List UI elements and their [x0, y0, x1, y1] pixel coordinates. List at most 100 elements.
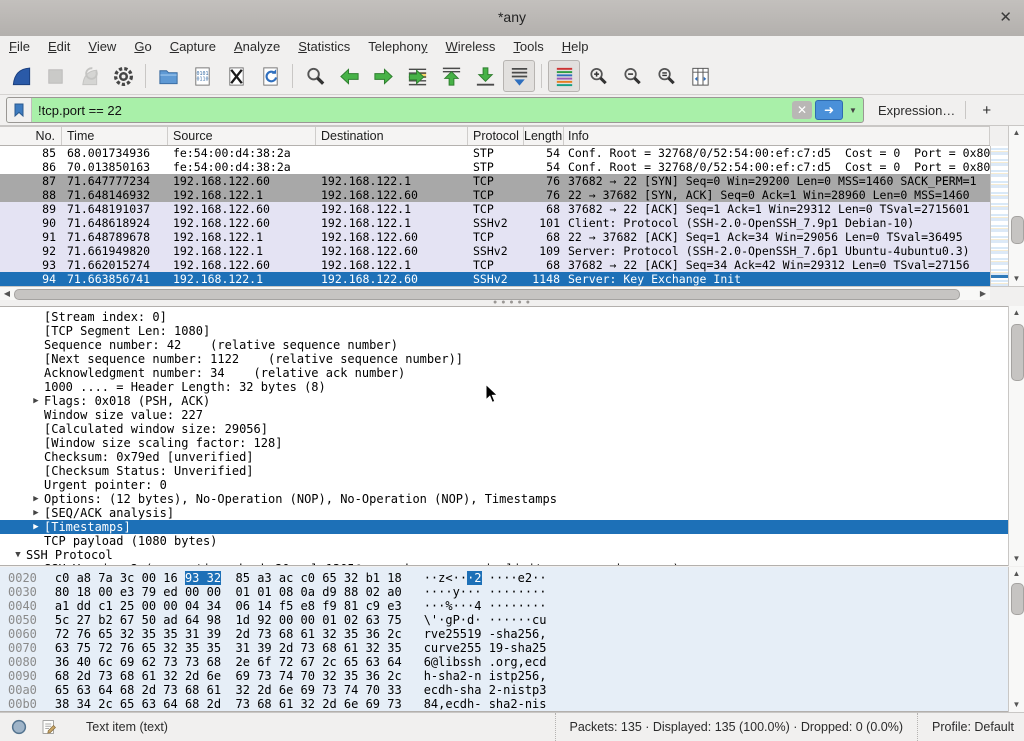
stop-capture-icon[interactable]: [39, 60, 71, 92]
hex-row[interactable]: 00a065 63 64 68 2d 73 68 61 32 2d 6e 69 …: [0, 683, 1008, 697]
detail-line[interactable]: [Calculated window size: 29056]: [0, 422, 1008, 436]
expand-arrow-icon[interactable]: ▶: [28, 506, 44, 520]
expert-info-icon[interactable]: [8, 716, 30, 738]
packet-list-vscrollbar[interactable]: ▲ ▼: [1008, 126, 1024, 286]
zoom-in-icon[interactable]: [582, 60, 614, 92]
packet-row[interactable]: 8568.001734936fe:54:00:d4:38:2aSTP54Conf…: [0, 146, 990, 160]
status-profile[interactable]: Profile: Default: [917, 713, 1024, 741]
hex-row[interactable]: 003080 18 00 e3 79 ed 00 00 01 01 08 0a …: [0, 585, 1008, 599]
close-window-button[interactable]: ✕: [999, 8, 1012, 26]
packet-row[interactable]: 9271.661949820192.168.122.1192.168.122.6…: [0, 244, 990, 258]
capture-comment-icon[interactable]: [38, 716, 60, 738]
col-source[interactable]: Source: [168, 127, 316, 145]
col-protocol[interactable]: Protocol: [468, 127, 524, 145]
menu-file[interactable]: File: [0, 36, 39, 56]
display-filter-input[interactable]: !tcp.port == 22: [32, 103, 792, 118]
zoom-out-icon[interactable]: [616, 60, 648, 92]
scroll-left-icon[interactable]: ◀: [0, 287, 14, 300]
hex-row[interactable]: 00b038 34 2c 65 63 64 68 2d 73 68 61 32 …: [0, 697, 1008, 711]
filter-clear-icon[interactable]: ✕: [792, 101, 812, 119]
packet-bytes-pane[interactable]: 0020c0 a8 7a 3c 00 16 93 32 85 a3 ac c0 …: [0, 567, 1008, 712]
scrollbar-thumb[interactable]: [1011, 583, 1024, 615]
expand-arrow-icon[interactable]: ▼: [10, 548, 26, 562]
menu-analyze[interactable]: Analyze: [225, 36, 289, 56]
scroll-down-icon[interactable]: ▼: [1009, 552, 1024, 566]
find-packet-icon[interactable]: [299, 60, 331, 92]
filter-apply-icon[interactable]: ➜: [815, 100, 843, 120]
open-file-icon[interactable]: [152, 60, 184, 92]
go-forward-icon[interactable]: [367, 60, 399, 92]
scroll-up-icon[interactable]: ▲: [1009, 306, 1024, 320]
hex-row[interactable]: 007063 75 72 76 65 32 35 35 31 39 2d 73 …: [0, 641, 1008, 655]
scroll-right-icon[interactable]: ▶: [976, 287, 990, 300]
scrollbar-thumb[interactable]: [1011, 216, 1024, 244]
scroll-down-icon[interactable]: ▼: [1009, 698, 1024, 712]
col-no[interactable]: No.: [0, 127, 62, 145]
scroll-up-icon[interactable]: ▲: [1009, 567, 1024, 581]
restart-capture-icon[interactable]: [73, 60, 105, 92]
hex-row[interactable]: 009068 2d 73 68 61 32 2d 6e 69 73 74 70 …: [0, 669, 1008, 683]
menu-tools[interactable]: Tools: [504, 36, 552, 56]
detail-line[interactable]: [Checksum Status: Unverified]: [0, 464, 1008, 478]
detail-line[interactable]: ▶[Timestamps]: [0, 520, 1008, 534]
close-file-icon[interactable]: [220, 60, 252, 92]
intelligent-scrollbar[interactable]: [990, 146, 1009, 286]
zoom-original-icon[interactable]: [650, 60, 682, 92]
go-back-icon[interactable]: [333, 60, 365, 92]
detail-line[interactable]: Checksum: 0x79ed [unverified]: [0, 450, 1008, 464]
detail-line[interactable]: Window size value: 227: [0, 408, 1008, 422]
col-length[interactable]: Length: [524, 127, 564, 145]
detail-line[interactable]: Acknowledgment number: 34 (relative ack …: [0, 366, 1008, 380]
menu-capture[interactable]: Capture: [161, 36, 225, 56]
col-time[interactable]: Time: [62, 127, 168, 145]
detail-line[interactable]: ▶Options: (12 bytes), No-Operation (NOP)…: [0, 492, 1008, 506]
scrollbar-thumb[interactable]: [14, 289, 960, 300]
detail-line[interactable]: [Stream index: 0]: [0, 310, 1008, 324]
detail-line[interactable]: ▶Flags: 0x018 (PSH, ACK): [0, 394, 1008, 408]
hex-row[interactable]: 00505c 27 b2 67 50 ad 64 98 1d 92 00 00 …: [0, 613, 1008, 627]
packet-list-header[interactable]: No. Time Source Destination Protocol Len…: [0, 126, 990, 146]
packet-row[interactable]: 8670.013850163fe:54:00:d4:38:2aSTP54Conf…: [0, 160, 990, 174]
menu-telephony[interactable]: Telephony: [359, 36, 436, 56]
hex-row[interactable]: 006072 76 65 32 35 35 31 39 2d 73 68 61 …: [0, 627, 1008, 641]
detail-line[interactable]: ▶[SEQ/ACK analysis]: [0, 506, 1008, 520]
go-last-packet-icon[interactable]: [469, 60, 501, 92]
expand-arrow-icon[interactable]: ▶: [28, 492, 44, 506]
packet-list[interactable]: 8568.001734936fe:54:00:d4:38:2aSTP54Conf…: [0, 146, 990, 286]
menu-help[interactable]: Help: [553, 36, 598, 56]
scroll-down-icon[interactable]: ▼: [1009, 272, 1024, 286]
packet-row[interactable]: 8871.648146932192.168.122.1192.168.122.6…: [0, 188, 990, 202]
hex-row[interactable]: 0040a1 dd c1 25 00 00 04 34 06 14 f5 e8 …: [0, 599, 1008, 613]
go-to-packet-icon[interactable]: [401, 60, 433, 92]
go-first-packet-icon[interactable]: [435, 60, 467, 92]
reload-file-icon[interactable]: [254, 60, 286, 92]
menu-go[interactable]: Go: [125, 36, 160, 56]
detail-line[interactable]: 1000 .... = Header Length: 32 bytes (8): [0, 380, 1008, 394]
menu-statistics[interactable]: Statistics: [289, 36, 359, 56]
packet-row[interactable]: 9071.648618924192.168.122.60192.168.122.…: [0, 216, 990, 230]
menu-view[interactable]: View: [79, 36, 125, 56]
filter-history-dropdown-icon[interactable]: ▼: [846, 101, 860, 119]
packet-row[interactable]: 8971.648191037192.168.122.60192.168.122.…: [0, 202, 990, 216]
resize-columns-icon[interactable]: [684, 60, 716, 92]
packet-row[interactable]: 9371.662015274192.168.122.60192.168.122.…: [0, 258, 990, 272]
detail-line[interactable]: ▼SSH Protocol: [0, 548, 1008, 562]
detail-line[interactable]: ▶SSH Version 2 (encryption:chacha20-poly…: [0, 562, 1008, 566]
bytes-vscrollbar[interactable]: ▲ ▼: [1008, 567, 1024, 712]
detail-line[interactable]: [Next sequence number: 1122 (relative se…: [0, 352, 1008, 366]
hex-row[interactable]: 008036 40 6c 69 62 73 73 68 2e 6f 72 67 …: [0, 655, 1008, 669]
col-destination[interactable]: Destination: [316, 127, 468, 145]
hex-row[interactable]: 0020c0 a8 7a 3c 00 16 93 32 85 a3 ac c0 …: [0, 571, 1008, 585]
details-vscrollbar[interactable]: ▲ ▼: [1008, 306, 1024, 566]
auto-scroll-icon[interactable]: [503, 60, 535, 92]
packet-row[interactable]: 8771.647777234192.168.122.60192.168.122.…: [0, 174, 990, 188]
detail-line[interactable]: Sequence number: 42 (relative sequence n…: [0, 338, 1008, 352]
menu-edit[interactable]: Edit: [39, 36, 79, 56]
start-capture-icon[interactable]: [5, 60, 37, 92]
col-info[interactable]: Info: [564, 127, 990, 145]
packet-row[interactable]: 9171.648789678192.168.122.1192.168.122.6…: [0, 230, 990, 244]
detail-line[interactable]: [TCP Segment Len: 1080]: [0, 324, 1008, 338]
detail-line[interactable]: TCP payload (1080 bytes): [0, 534, 1008, 548]
packet-details-pane[interactable]: [Stream index: 0][TCP Segment Len: 1080]…: [0, 306, 1008, 566]
title-bar[interactable]: *any ✕: [0, 0, 1024, 37]
